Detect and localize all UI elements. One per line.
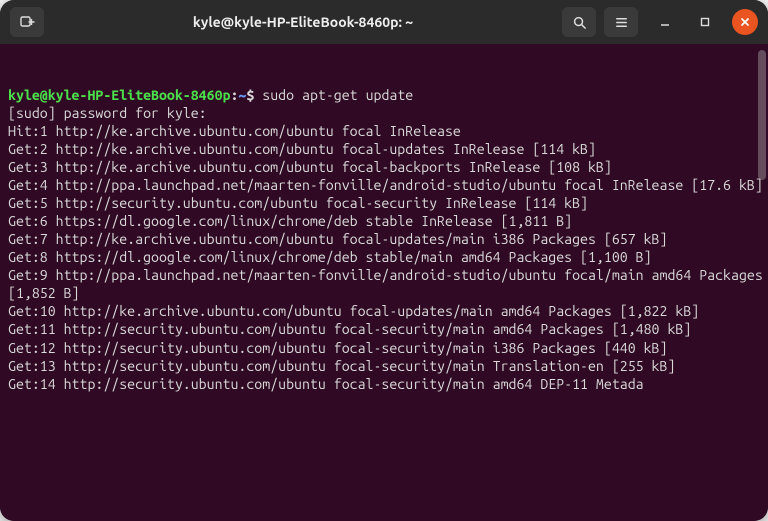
output-line: Get:10 http://ke.archive.ubuntu.com/ubun… [8,302,768,320]
terminal-window: kyle@kyle-HP-EliteBook-8460p: ~ [0,0,768,521]
command-text: sudo apt-get update [262,87,413,103]
minimize-icon [659,16,671,28]
prompt-symbol: $ [246,87,254,103]
minimize-button[interactable] [652,9,678,35]
terminal-body[interactable]: kyle@kyle-HP-EliteBook-8460p:~$ sudo apt… [0,44,768,521]
output-line: Get:11 http://security.ubuntu.com/ubuntu… [8,320,768,338]
close-button[interactable] [732,9,758,35]
output-line: Get:7 http://ke.archive.ubuntu.com/ubunt… [8,230,768,248]
output-line: Get:5 http://security.ubuntu.com/ubuntu … [8,194,768,212]
output-line: Get:9 http://ppa.launchpad.net/maarten-f… [8,266,768,302]
output-line: Get:6 https://dl.google.com/linux/chrome… [8,212,768,230]
new-tab-button[interactable] [10,7,44,37]
hamburger-icon [614,15,629,30]
output-line: Get:8 https://dl.google.com/linux/chrome… [8,248,768,266]
search-button[interactable] [562,7,596,37]
output-line: Get:14 http://security.ubuntu.com/ubuntu… [8,375,768,393]
maximize-button[interactable] [692,9,718,35]
output-line: Get:4 http://ppa.launchpad.net/maarten-f… [8,176,768,194]
window-title: kyle@kyle-HP-EliteBook-8460p: ~ [193,14,413,30]
prompt-line: kyle@kyle-HP-EliteBook-8460p:~$ sudo apt… [8,86,768,104]
prompt-user-host: kyle@kyle-HP-EliteBook-8460p [8,87,230,103]
titlebar: kyle@kyle-HP-EliteBook-8460p: ~ [0,0,768,44]
close-icon [739,16,751,28]
output-line: [sudo] password for kyle: [8,104,768,122]
maximize-icon [699,16,711,28]
scrollbar-thumb[interactable] [758,50,766,180]
terminal-output: [sudo] password for kyle:Hit:1 http://ke… [8,104,768,393]
output-line: Get:3 http://ke.archive.ubuntu.com/ubunt… [8,158,768,176]
output-line: Get:12 http://security.ubuntu.com/ubuntu… [8,339,768,357]
new-tab-icon [19,14,35,30]
search-icon [572,15,587,30]
output-line: Get:13 http://security.ubuntu.com/ubuntu… [8,357,768,375]
menu-button[interactable] [604,7,638,37]
output-line: Get:2 http://ke.archive.ubuntu.com/ubunt… [8,140,768,158]
output-line: Hit:1 http://ke.archive.ubuntu.com/ubunt… [8,122,768,140]
